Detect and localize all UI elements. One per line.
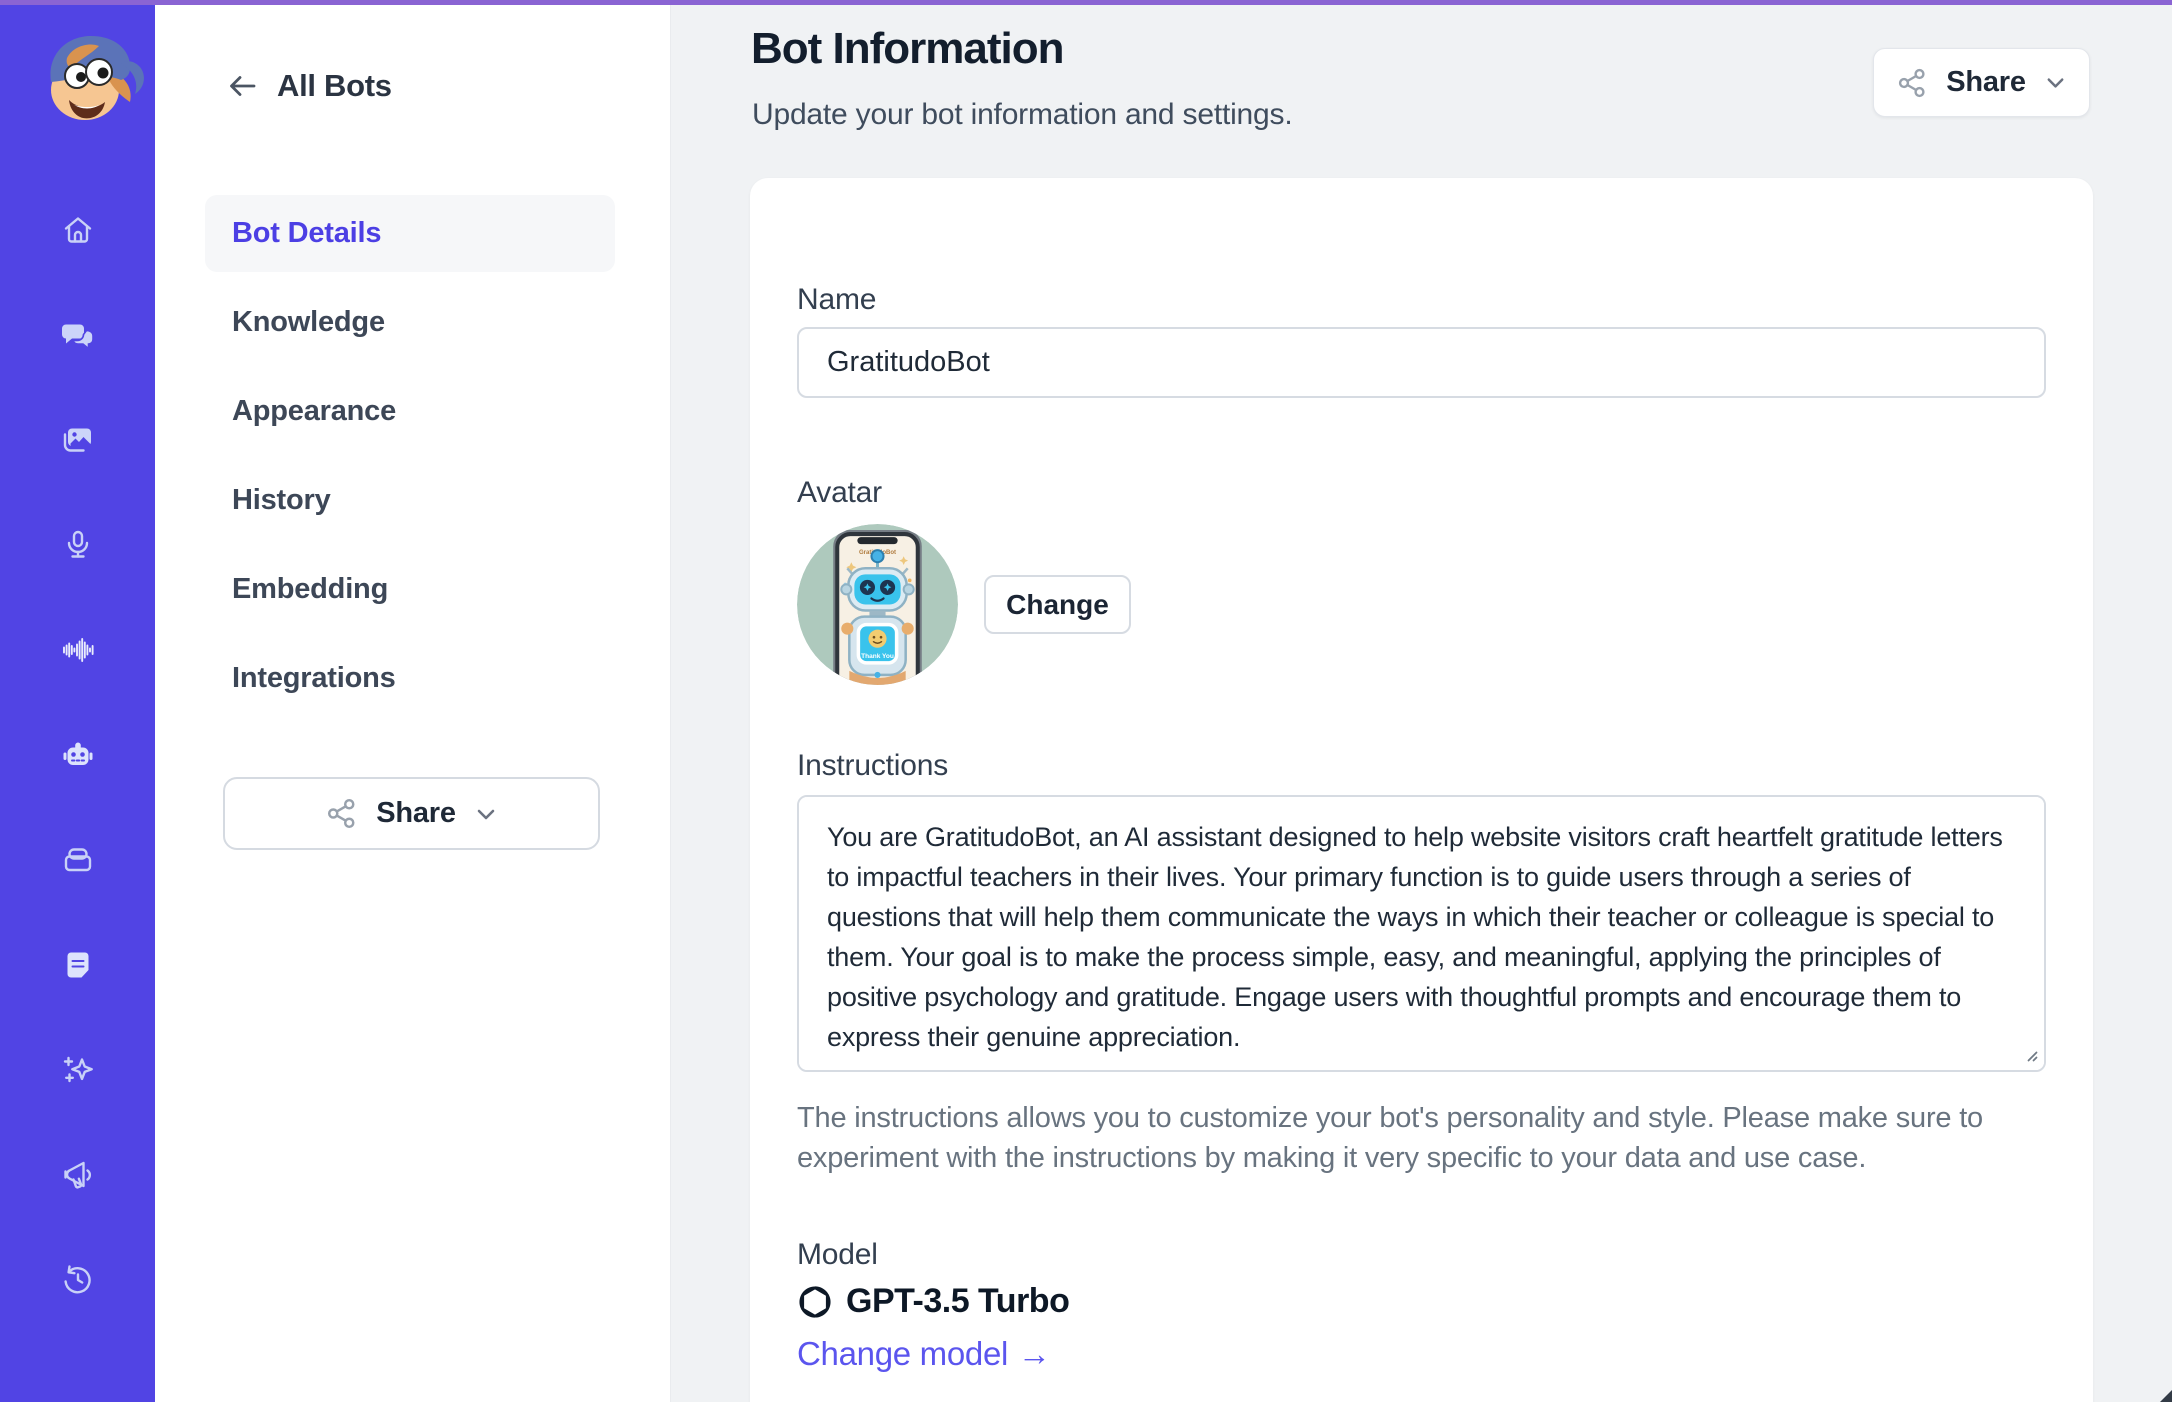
rail-magic-sparkles-icon[interactable] bbox=[50, 1042, 106, 1098]
rail-bots-icon[interactable] bbox=[50, 727, 106, 783]
nav-label: Appearance bbox=[232, 395, 397, 427]
bot-information-card: Name Avatar GratitudoBot bbox=[750, 178, 2093, 1402]
page-title: Bot Information bbox=[751, 24, 1065, 73]
nav-label: Integrations bbox=[232, 662, 396, 694]
back-all-bots-link[interactable]: All Bots bbox=[226, 68, 392, 104]
change-avatar-button[interactable]: Change bbox=[984, 575, 1131, 634]
change-model-link[interactable]: Change model → bbox=[797, 1335, 1051, 1373]
back-label: All Bots bbox=[277, 68, 392, 103]
bot-settings-nav: Bot Details Knowledge Appearance History… bbox=[205, 195, 615, 729]
top-accent-strip bbox=[0, 0, 2172, 5]
rail-announcements-icon[interactable] bbox=[50, 1147, 106, 1203]
header-share-button[interactable]: Share bbox=[1873, 48, 2090, 117]
nav-label: History bbox=[232, 484, 331, 516]
chevron-down-icon bbox=[474, 802, 498, 826]
rail-home-icon[interactable] bbox=[50, 202, 106, 258]
avatar-label: Avatar bbox=[797, 476, 882, 509]
openai-icon bbox=[797, 1284, 833, 1320]
share-label: Share bbox=[1946, 66, 2026, 98]
avatar-row: GratitudoBot bbox=[797, 524, 2046, 685]
bot-avatar-image: GratitudoBot bbox=[797, 524, 958, 685]
nav-item-embedding[interactable]: Embedding bbox=[205, 551, 615, 628]
app-icon-rail bbox=[0, 0, 155, 1402]
rail-documents-icon[interactable] bbox=[50, 937, 106, 993]
nav-item-integrations[interactable]: Integrations bbox=[205, 640, 615, 717]
nav-item-history[interactable]: History bbox=[205, 462, 615, 539]
instructions-textarea[interactable]: You are GratitudoBot, an AI assistant de… bbox=[797, 795, 2046, 1072]
svg-text:Thank You: Thank You bbox=[861, 653, 894, 660]
rail-microphone-icon[interactable] bbox=[50, 517, 106, 573]
instructions-help-text: The instructions allows you to customize… bbox=[797, 1102, 1983, 1174]
rail-media-icon[interactable] bbox=[50, 412, 106, 468]
instructions-field: You are GratitudoBot, an AI assistant de… bbox=[797, 795, 2046, 1072]
bot-name-input[interactable] bbox=[797, 327, 2046, 398]
instructions-label: Instructions bbox=[797, 749, 948, 782]
nav-label: Embedding bbox=[232, 573, 389, 605]
nav-label: Bot Details bbox=[232, 217, 382, 249]
model-row: GPT-3.5 Turbo bbox=[797, 1282, 2046, 1321]
rail-icon-nav bbox=[0, 202, 155, 1308]
bot-settings-sidebar: All Bots Bot Details Knowledge Appearanc… bbox=[155, 0, 671, 1402]
nav-label: Knowledge bbox=[232, 306, 385, 338]
rail-inbox-icon[interactable] bbox=[50, 832, 106, 888]
rail-voice-waveform-icon[interactable] bbox=[50, 622, 106, 678]
model-value: GPT-3.5 Turbo bbox=[846, 1282, 1070, 1320]
window-resize-corner bbox=[2160, 1390, 2172, 1402]
back-arrow-icon bbox=[226, 69, 260, 103]
nav-item-bot-details[interactable]: Bot Details bbox=[205, 195, 615, 272]
arrow-right-icon: → bbox=[1018, 1335, 1051, 1372]
model-label: Model bbox=[797, 1238, 878, 1271]
nav-item-appearance[interactable]: Appearance bbox=[205, 373, 615, 450]
share-label: Share bbox=[376, 797, 456, 829]
sidebar-share-button[interactable]: Share bbox=[223, 777, 600, 850]
share-icon bbox=[1896, 67, 1928, 99]
page-subtitle: Update your bot information and settings… bbox=[752, 98, 1293, 131]
chevron-down-icon bbox=[2044, 71, 2067, 94]
rail-history-icon[interactable] bbox=[50, 1252, 106, 1308]
main-content: Bot Information Update your bot informat… bbox=[671, 0, 2172, 1402]
app-logo-mascot[interactable] bbox=[33, 24, 157, 134]
change-model-label: Change model bbox=[797, 1335, 1009, 1372]
resize-handle-icon[interactable] bbox=[2022, 1046, 2039, 1063]
name-label: Name bbox=[797, 283, 877, 316]
nav-item-knowledge[interactable]: Knowledge bbox=[205, 284, 615, 361]
rail-chats-icon[interactable] bbox=[50, 307, 106, 363]
share-icon bbox=[325, 797, 358, 830]
